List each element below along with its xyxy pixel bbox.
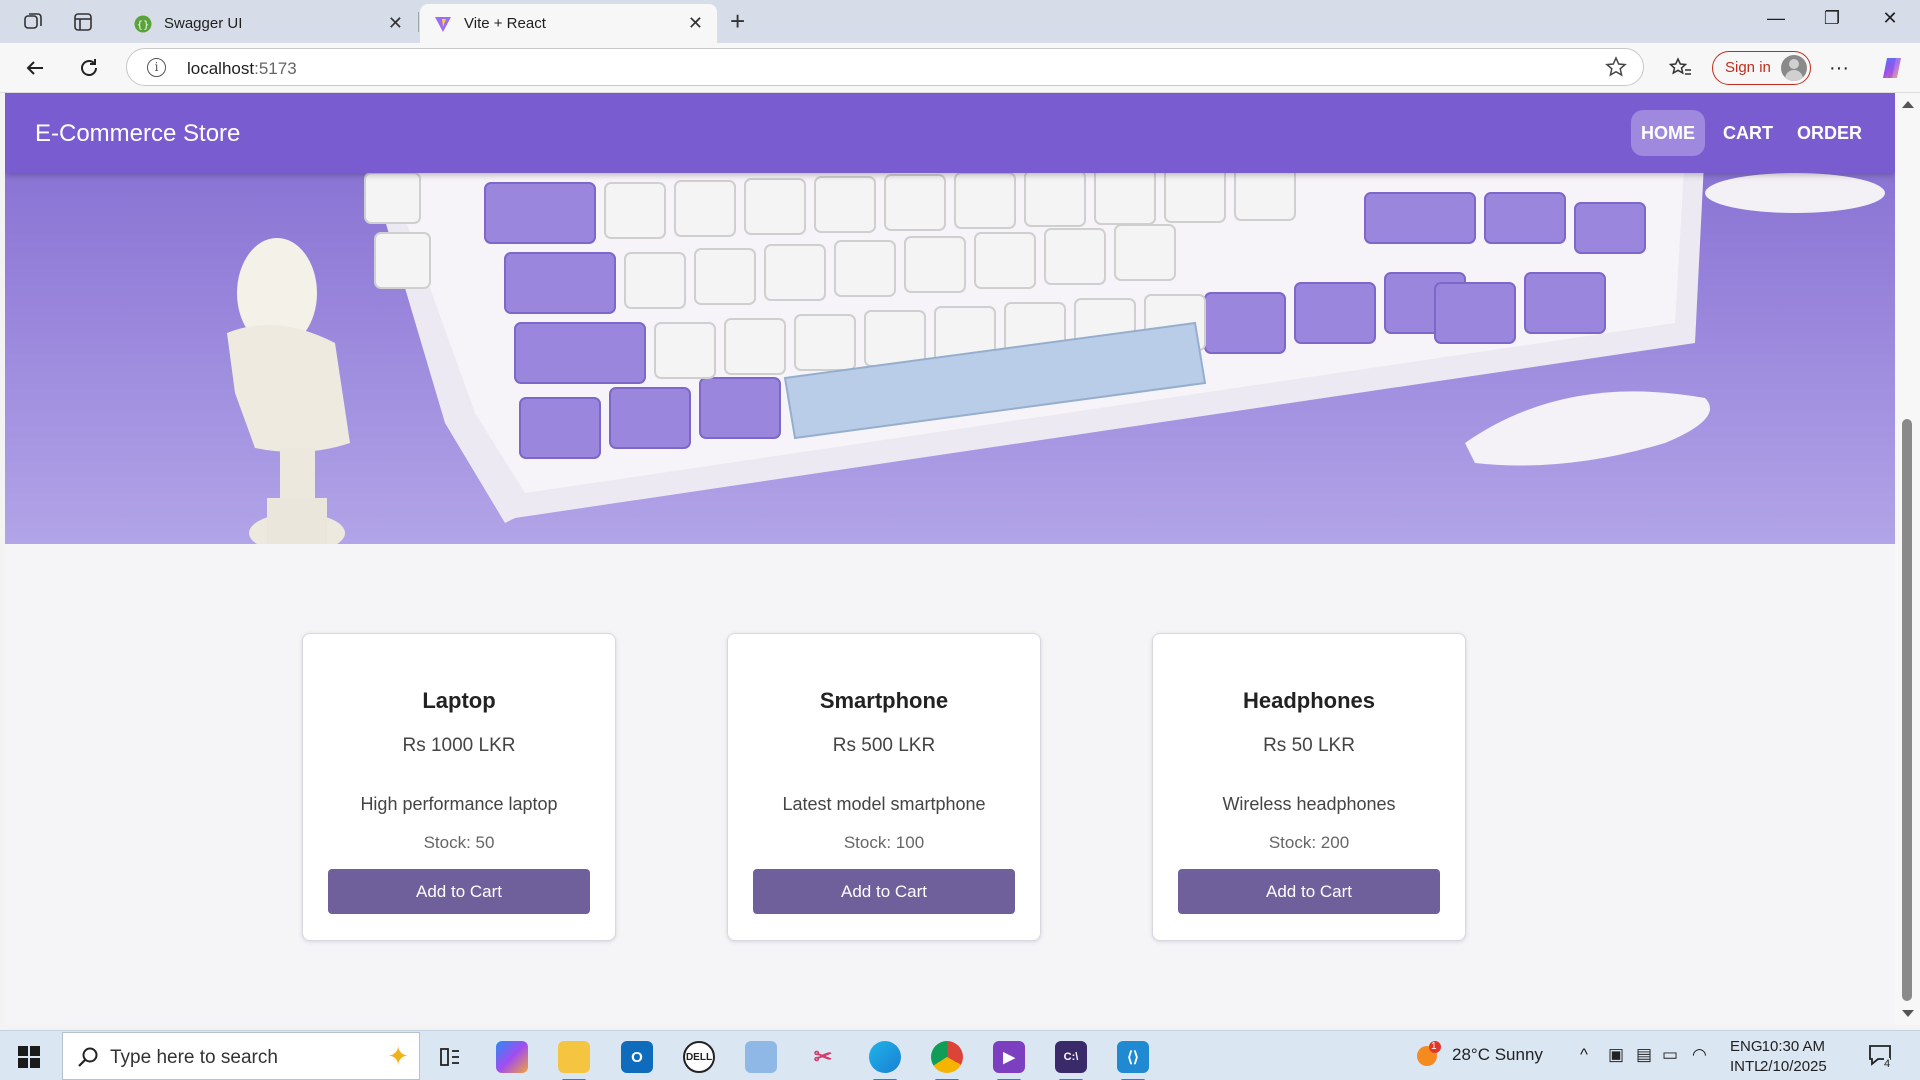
outlook-icon[interactable]: O — [621, 1041, 653, 1073]
product-name: Headphones — [1242, 688, 1376, 713]
more-options-icon[interactable]: ··· — [1824, 54, 1854, 82]
address-bar[interactable]: i localhost:5173 — [126, 48, 1644, 86]
windows-start-icon[interactable] — [18, 1046, 40, 1068]
weather-badge: 1 — [1431, 1041, 1437, 1052]
browser-toolbar: i localhost:5173 Sign in ··· — [0, 43, 1920, 93]
vertical-tabs-icon[interactable] — [70, 9, 96, 35]
close-tab-icon[interactable]: ✕ — [688, 13, 703, 34]
task-view-icon[interactable] — [434, 1041, 466, 1073]
file-explorer-icon[interactable] — [558, 1041, 590, 1080]
tab-separator — [418, 12, 419, 32]
app-header: E-Commerce Store HOME CART ORDER — [5, 93, 1895, 173]
battery-icon[interactable]: ▭ — [1662, 1045, 1678, 1065]
display-icon[interactable]: ▤ — [1636, 1045, 1652, 1065]
url-text: localhost:5173 — [187, 59, 297, 78]
minimize-icon[interactable]: — — [1756, 8, 1796, 29]
scroll-thumb[interactable] — [1902, 419, 1912, 1001]
product-stock: Stock: 50 — [423, 833, 495, 852]
search-icon — [77, 1046, 99, 1073]
weather-text[interactable]: 28°C Sunny — [1452, 1045, 1543, 1065]
sign-in-button[interactable]: Sign in — [1712, 51, 1811, 85]
hero-banner-image — [5, 173, 1895, 544]
nav-cart-link[interactable]: CART — [1713, 110, 1783, 156]
favorites-icon[interactable] — [1666, 54, 1696, 82]
system-clock[interactable]: 10:30 AM 2/10/2025 — [1760, 1037, 1827, 1077]
copilot-icon[interactable] — [1877, 54, 1907, 82]
product-price: Rs 1000 LKR — [402, 735, 516, 756]
visual-studio-icon[interactable]: ▶ — [993, 1041, 1025, 1080]
tab-title: Vite + React — [464, 15, 546, 32]
product-description: Wireless headphones — [1222, 794, 1396, 814]
terminal-icon[interactable]: C:\ — [1055, 1041, 1087, 1080]
restore-icon[interactable]: ❐ — [1812, 8, 1852, 29]
scroll-up-arrow-icon[interactable] — [1902, 101, 1914, 108]
taskbar-search-box[interactable]: Type here to search ✦ — [62, 1032, 420, 1080]
page-viewport: E-Commerce Store HOME CART ORDER Laptop … — [5, 93, 1895, 1025]
product-card: Headphones Rs 50 LKR Wireless headphones… — [1152, 633, 1466, 941]
favorite-star-icon[interactable] — [1605, 56, 1627, 83]
show-hidden-icons-icon[interactable]: ^ — [1580, 1045, 1588, 1065]
close-window-icon[interactable]: ✕ — [1870, 8, 1910, 29]
notification-count: 4 — [1884, 1058, 1891, 1070]
copilot-app-icon[interactable] — [496, 1041, 528, 1073]
wifi-icon[interactable]: ◠ — [1692, 1045, 1707, 1065]
tab-title: Swagger UI — [164, 15, 243, 32]
vite-favicon-icon — [435, 16, 451, 32]
input-language[interactable]: ENG INTL — [1730, 1037, 1763, 1077]
browser-tab-bar: {} Swagger UI ✕ Vite + React ✕ + — ❐ ✕ — [0, 0, 1920, 43]
product-description: Latest model smartphone — [782, 794, 986, 814]
store-brand[interactable]: E-Commerce Store — [35, 120, 240, 148]
new-tab-icon[interactable]: + — [730, 8, 745, 34]
swagger-favicon-icon: {} — [134, 15, 152, 32]
nav-home-link[interactable]: HOME — [1631, 110, 1705, 156]
page-scrollbar[interactable] — [1895, 93, 1920, 1025]
chrome-icon[interactable] — [931, 1041, 963, 1080]
product-price: Rs 500 LKR — [832, 735, 936, 756]
add-to-cart-button[interactable]: Add to Cart — [328, 869, 590, 914]
product-price: Rs 50 LKR — [1263, 735, 1355, 756]
folder-icon[interactable] — [745, 1041, 777, 1073]
product-stock: Stock: 100 — [843, 833, 925, 852]
tab-swagger-ui[interactable]: {} Swagger UI ✕ — [120, 4, 417, 43]
scroll-down-arrow-icon[interactable] — [1902, 1010, 1914, 1017]
meet-now-icon[interactable]: ▣ — [1608, 1045, 1624, 1065]
workspaces-icon[interactable] — [20, 9, 46, 35]
profile-avatar-icon — [1781, 55, 1807, 81]
product-stock: Stock: 200 — [1268, 833, 1350, 852]
vscode-icon[interactable]: ⟨⟩ — [1117, 1041, 1149, 1080]
search-highlight-icon: ✦ — [387, 1041, 409, 1071]
weather-icon[interactable] — [1414, 1041, 1442, 1074]
svg-text:{}: {} — [137, 20, 150, 31]
back-arrow-icon[interactable] — [20, 54, 50, 82]
tab-vite-react[interactable]: Vite + React ✕ — [420, 4, 717, 43]
refresh-icon[interactable] — [74, 54, 104, 82]
add-to-cart-button[interactable]: Add to Cart — [753, 869, 1015, 914]
product-card: Smartphone Rs 500 LKR Latest model smart… — [727, 633, 1041, 941]
product-card: Laptop Rs 1000 LKR High performance lapt… — [302, 633, 616, 941]
product-description: High performance laptop — [360, 794, 558, 814]
nav-order-link[interactable]: ORDER — [1787, 110, 1872, 156]
product-grid: Laptop Rs 1000 LKR High performance lapt… — [5, 633, 1895, 943]
product-name: Smartphone — [819, 688, 949, 713]
dell-icon[interactable]: DELL — [683, 1041, 715, 1073]
windows-taskbar: Type here to search ✦ O DELL ✂ ▶ C:\ ⟨⟩ … — [0, 1030, 1920, 1080]
add-to-cart-button[interactable]: Add to Cart — [1178, 869, 1440, 914]
snipping-tool-icon[interactable]: ✂ — [807, 1041, 839, 1073]
search-placeholder: Type here to search — [110, 1047, 278, 1068]
edge-icon[interactable] — [869, 1041, 901, 1080]
site-info-icon[interactable]: i — [147, 58, 166, 77]
close-tab-icon[interactable]: ✕ — [388, 13, 403, 34]
product-name: Laptop — [422, 688, 496, 713]
